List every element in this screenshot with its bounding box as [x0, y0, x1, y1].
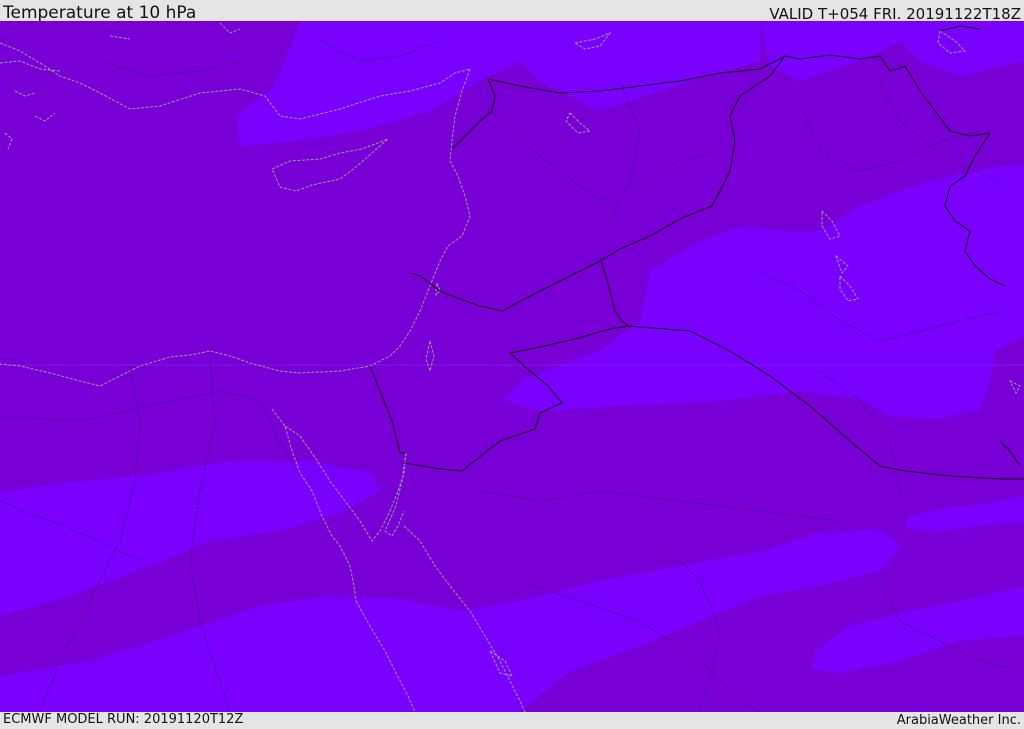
credit-label: ArabiaWeather Inc. — [896, 713, 1021, 728]
weather-map-frame: Temperature at 10 hPa VALID T+054 FRI. 2… — [0, 0, 1024, 729]
model-run-label: ECMWF MODEL RUN: 20191120T12Z — [3, 712, 244, 727]
map-title: Temperature at 10 hPa — [3, 3, 197, 23]
map-svg — [0, 21, 1024, 712]
map-canvas — [0, 21, 1024, 712]
header-bar: Temperature at 10 hPa VALID T+054 FRI. 2… — [0, 0, 1024, 23]
footer-bar: ECMWF MODEL RUN: 20191120T12Z ArabiaWeat… — [0, 712, 1024, 729]
